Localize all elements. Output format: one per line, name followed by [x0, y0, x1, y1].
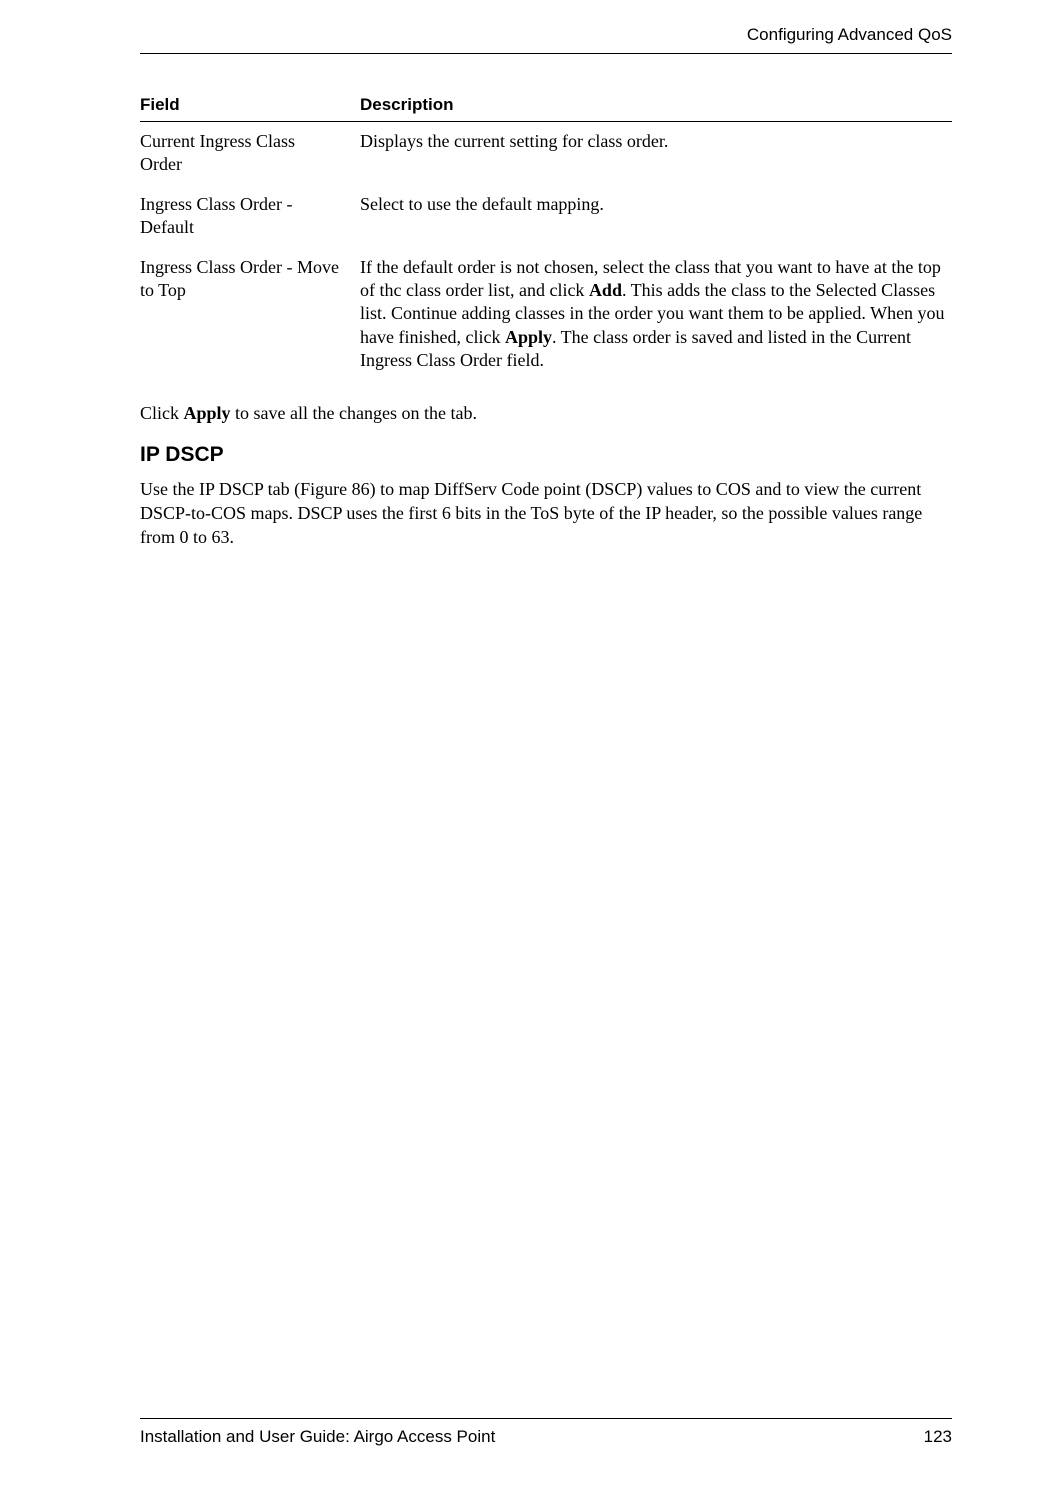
para-bold-apply: Apply: [184, 403, 231, 423]
field-cell: Ingress Class Order - Move to Top: [140, 248, 360, 381]
footer-page-number: 123: [924, 1427, 952, 1447]
description-cell: Select to use the default mapping.: [360, 185, 952, 248]
table-header-field: Field: [140, 89, 360, 122]
para-text: Use the IP DSCP tab (Figure 86) to map: [140, 479, 434, 499]
apply-paragraph: Click Apply to save all the changes on t…: [140, 401, 952, 425]
field-description-table: Field Description Current Ingress Class …: [140, 89, 952, 381]
ip-dscp-paragraph: Use the IP DSCP tab (Figure 86) to map D…: [140, 477, 952, 550]
table-header-description: Description: [360, 89, 952, 122]
page-footer: Installation and User Guide: Airgo Acces…: [140, 1418, 952, 1447]
table-row: Ingress Class Order - Default Select to …: [140, 185, 952, 248]
description-cell: Displays the current setting for class o…: [360, 122, 952, 185]
para-text: Click: [140, 403, 184, 423]
desc-bold-add: Add: [589, 280, 622, 300]
page-header-section: Configuring Advanced QoS: [140, 25, 952, 45]
page-content: Field Description Current Ingress Class …: [140, 89, 952, 1418]
field-cell: Ingress Class Order - Default: [140, 185, 360, 248]
description-cell: If the default order is not chosen, sele…: [360, 248, 952, 381]
table-row: Ingress Class Order - Move to Top If the…: [140, 248, 952, 381]
footer-left: Installation and User Guide: Airgo Acces…: [140, 1427, 495, 1447]
header-divider: [140, 53, 952, 54]
field-cell: Current Ingress Class Order: [140, 122, 360, 185]
ip-dscp-heading: IP DSCP: [140, 443, 952, 467]
desc-bold-apply: Apply: [505, 327, 552, 347]
table-row: Current Ingress Class Order Displays the…: [140, 122, 952, 185]
para-text: to save all the changes on the tab.: [231, 403, 477, 423]
